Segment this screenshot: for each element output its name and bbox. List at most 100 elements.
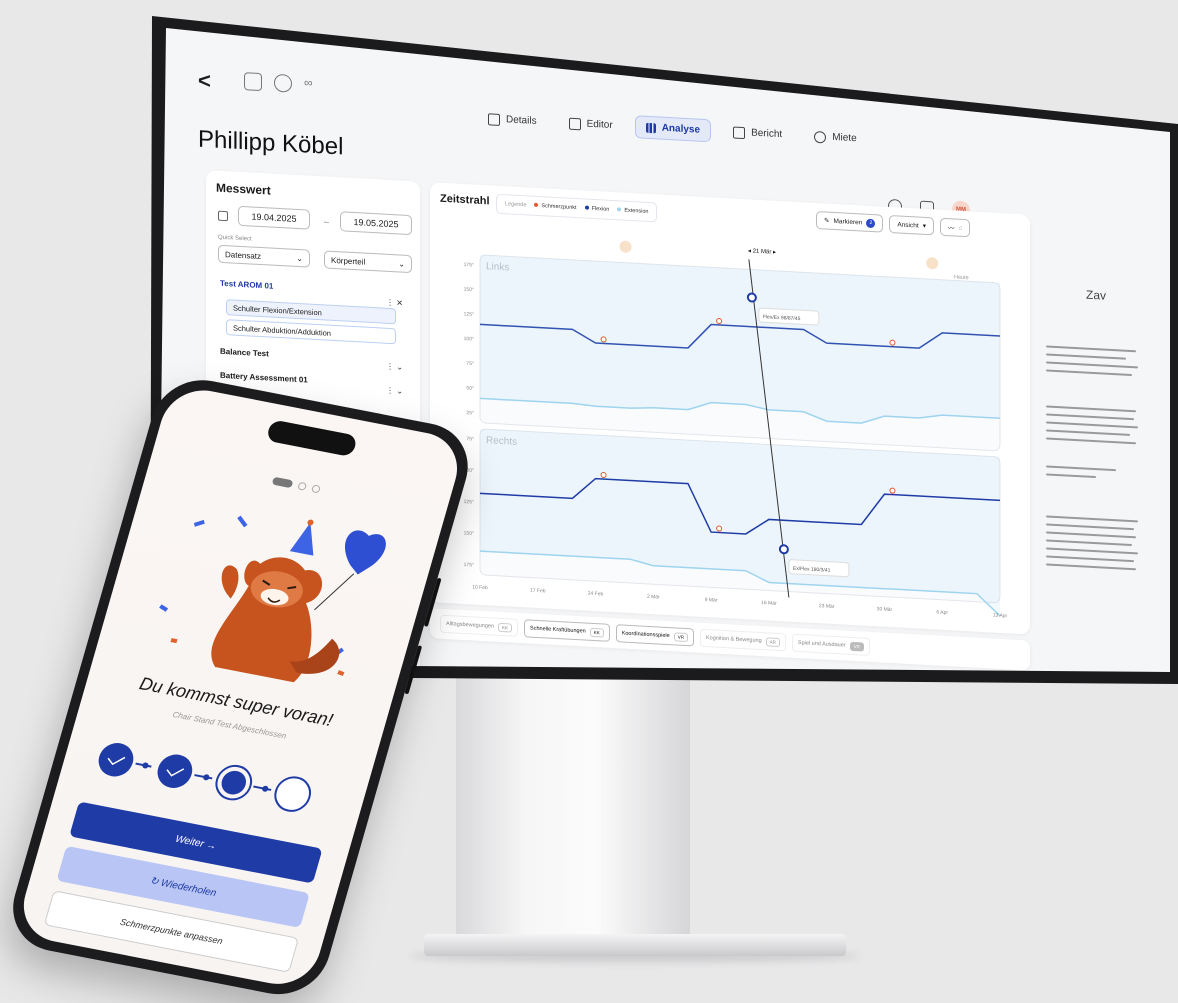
legend-text: Extension bbox=[624, 207, 649, 215]
pain-point bbox=[600, 472, 607, 479]
chip-label: Kognition & Bewegung bbox=[705, 635, 762, 645]
timeline-panel: Zeitstrahl Legende Schmerzpunkt Flexion … bbox=[430, 182, 1030, 635]
link-icon[interactable]: ∞ bbox=[304, 75, 320, 92]
chip-label: Spiel und Ausdauer bbox=[797, 640, 846, 649]
tab-miete[interactable]: Miete bbox=[804, 124, 866, 150]
text-line bbox=[1046, 473, 1096, 479]
category-chip[interactable]: Kognition & Bewegung AR bbox=[699, 628, 786, 652]
tab-details[interactable]: Details bbox=[478, 107, 547, 134]
globe-icon[interactable] bbox=[274, 73, 292, 93]
group-actions[interactable]: ⋮ ✕ bbox=[386, 298, 403, 308]
network-icon bbox=[814, 130, 827, 144]
page-indicator bbox=[271, 476, 321, 494]
extension-dot-icon bbox=[617, 207, 622, 212]
step-complete-icon bbox=[157, 754, 193, 788]
text-line bbox=[1046, 345, 1136, 353]
tab-label: Bericht bbox=[751, 127, 783, 141]
y-tick-label: 50° bbox=[466, 385, 474, 391]
pencil-icon: ✎ bbox=[824, 217, 830, 225]
text-line bbox=[1046, 531, 1136, 539]
calendar-icon[interactable] bbox=[218, 210, 228, 222]
page-dot bbox=[297, 481, 308, 491]
y-tick-label: 150° bbox=[464, 287, 474, 294]
y-tick-label: 75° bbox=[466, 361, 474, 367]
x-tick-label: 16 Mär bbox=[761, 600, 777, 607]
legend-label: Legende bbox=[505, 201, 527, 209]
category-chip[interactable]: Schnelle Kraftübungen KK bbox=[524, 619, 610, 642]
tab-label: Editor bbox=[586, 118, 613, 132]
button-label: Wiederholen bbox=[159, 877, 218, 899]
category-chip[interactable]: Koordinationsspiele VR bbox=[615, 624, 694, 647]
chip-label: Koordinationsspiele bbox=[621, 630, 670, 640]
page-title: Phillipp Köbel bbox=[198, 125, 344, 161]
view-dropdown[interactable]: Ansicht ▾ bbox=[889, 214, 934, 236]
cursor-point bbox=[778, 544, 789, 555]
select-value: Körperteil bbox=[331, 255, 366, 267]
step-complete-icon bbox=[98, 743, 134, 777]
person-icon bbox=[488, 112, 500, 126]
tab-label: Miete bbox=[832, 131, 857, 145]
pain-point bbox=[889, 487, 896, 494]
chart-tools: ✎ Markieren 2 Ansicht ▾ 〰 ⌂ bbox=[816, 210, 971, 238]
button-label: Ansicht bbox=[897, 220, 919, 230]
tab-editor[interactable]: Editor bbox=[559, 111, 623, 137]
tab-analyse[interactable]: Analyse bbox=[634, 115, 712, 143]
pain-point bbox=[716, 317, 723, 324]
date-to[interactable]: 19.05.2025 bbox=[340, 211, 412, 236]
legend-item: Schmerzpunkt bbox=[534, 202, 577, 211]
progress-steps bbox=[98, 743, 312, 812]
y-tick-label: 25° bbox=[466, 410, 474, 416]
text-line bbox=[1046, 547, 1138, 555]
timeline-chart: Links175°150°125°100°75°50°25°Rechts75°1… bbox=[440, 231, 1020, 622]
category-chip[interactable]: Alltagsbewegungen KK bbox=[440, 614, 519, 637]
text-line bbox=[1046, 555, 1134, 563]
page-dot-active bbox=[271, 476, 294, 489]
report-title: Zav bbox=[1086, 287, 1107, 303]
text-line bbox=[1046, 413, 1134, 421]
chip-key: VR bbox=[849, 641, 864, 652]
edit-icon bbox=[568, 117, 581, 130]
group-title[interactable]: Battery Assessment 01 bbox=[220, 371, 308, 385]
group-actions[interactable]: ⋮ ⌄ bbox=[386, 386, 403, 396]
bodypart-select[interactable]: Körperteil ⌄ bbox=[324, 250, 412, 274]
count-badge: 2 bbox=[866, 218, 876, 228]
x-tick-label: 6 Apr bbox=[936, 609, 948, 616]
category-chip[interactable]: Spiel und Ausdauer VR bbox=[791, 633, 870, 656]
home-icon[interactable] bbox=[244, 72, 262, 92]
line-chart-icon: 〰 bbox=[947, 225, 955, 233]
y-tick-label: 125° bbox=[464, 311, 474, 318]
legend-item: Flexion bbox=[584, 205, 610, 213]
export-icon bbox=[733, 126, 746, 139]
text-line bbox=[1046, 361, 1138, 369]
tab-bericht[interactable]: Bericht bbox=[723, 120, 792, 147]
text-line bbox=[1046, 465, 1116, 472]
view-toggle[interactable]: 〰 ⌂ bbox=[939, 217, 971, 238]
group-title[interactable]: Test AROM 01 bbox=[220, 279, 273, 291]
legend-text: Flexion bbox=[591, 205, 610, 213]
pain-point bbox=[600, 336, 607, 343]
group-title[interactable]: Balance Test bbox=[220, 347, 269, 359]
x-tick-label: 2 Mär bbox=[647, 594, 660, 601]
x-tick-label: 17 Feb bbox=[530, 588, 546, 595]
y-tick-label: 175° bbox=[464, 562, 474, 569]
date-separator: – bbox=[324, 216, 330, 227]
repeat-icon: ↻ bbox=[148, 875, 160, 888]
button-label: Markieren bbox=[833, 217, 863, 226]
text-line bbox=[1046, 429, 1130, 436]
mark-button[interactable]: ✎ Markieren 2 bbox=[816, 210, 884, 233]
chart-legend: Legende Schmerzpunkt Flexion Extension bbox=[496, 193, 658, 223]
date-from[interactable]: 19.04.2025 bbox=[238, 205, 310, 230]
dataset-select[interactable]: Datensatz ⌄ bbox=[218, 244, 310, 268]
nav-tabs: Details Editor Analyse Bericht Miete bbox=[478, 107, 867, 151]
page-dot bbox=[310, 484, 321, 494]
home-icon: ⌂ bbox=[958, 224, 963, 232]
app-logo[interactable]: < bbox=[198, 68, 211, 95]
pain-point bbox=[716, 525, 723, 532]
legend-item: Extension bbox=[617, 207, 648, 215]
text-line bbox=[1046, 405, 1136, 413]
chip-label: Alltagsbewegungen bbox=[446, 621, 495, 630]
group-actions[interactable]: ⋮ ⌄ bbox=[386, 362, 403, 372]
timeline-svg: Links175°150°125°100°75°50°25°Rechts75°1… bbox=[464, 240, 1008, 619]
step-pending-icon bbox=[274, 776, 312, 812]
x-tick-label: 10 Feb bbox=[472, 584, 488, 591]
